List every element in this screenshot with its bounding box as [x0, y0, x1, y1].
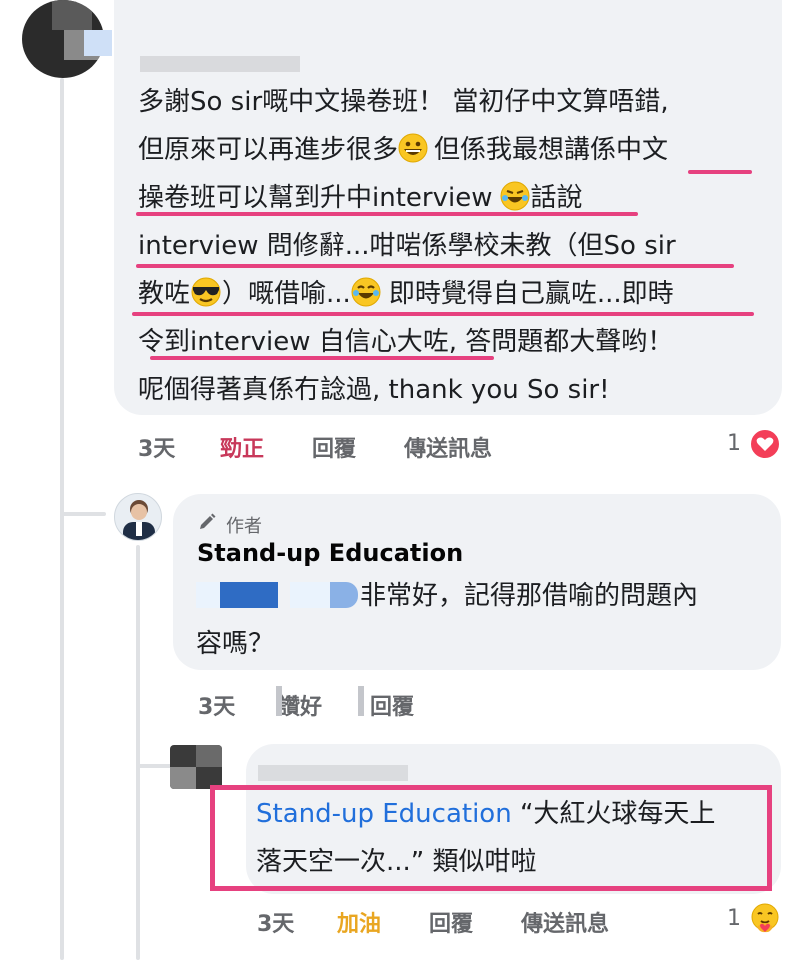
reaction-count[interactable]: 1 — [727, 431, 741, 456]
thread-line-main — [60, 78, 64, 960]
like-button[interactable]: 勁正 — [220, 431, 264, 463]
highlight-underline-2 — [136, 212, 638, 216]
reply1-time: 3天 — [198, 695, 236, 720]
author-badge: 作者 — [226, 516, 262, 537]
reply2-line-1: Stand-up Education “大紅火球每天上 — [256, 790, 715, 838]
comment-line-3: 操卷班可以幫到升中interview 話說 — [138, 174, 582, 227]
comment-line-2: 但原來可以再進步很多 但係我最想講係中文 — [138, 126, 668, 179]
comment-line-3b: 話說 — [530, 183, 583, 213]
blurred-mention-4 — [330, 582, 358, 608]
reply2-reaction-count[interactable]: 1 — [727, 906, 741, 931]
rofl-emoji-icon — [500, 179, 530, 227]
reply2-message-button[interactable]: 傳送訊息 — [521, 906, 609, 938]
reply-button[interactable]: 回覆 — [312, 431, 356, 463]
comment-line-1: 多謝So sir嘅中文操卷班！ 當初仔中文算唔錯, — [138, 87, 669, 117]
reply1-like-button[interactable]: 讚好 — [278, 689, 322, 721]
reply2-reply-button[interactable]: 回覆 — [429, 906, 473, 938]
comment-line-3a: 操卷班可以幫到升中interview — [138, 183, 493, 213]
blurred-mention-2 — [220, 582, 278, 608]
author-name[interactable]: Stand-up Education — [197, 539, 463, 567]
author-avatar[interactable] — [114, 493, 162, 541]
comment-time: 3天 — [138, 437, 176, 462]
reply2-avatar[interactable] — [170, 745, 222, 789]
pencil-icon — [197, 512, 217, 536]
mention-link[interactable]: Stand-up Education — [256, 799, 512, 829]
reply2-actions: 3天 加油 回覆 傳送訊息 — [257, 906, 677, 938]
care-reaction-icon[interactable] — [748, 902, 782, 936]
message-button[interactable]: 傳送訊息 — [404, 431, 492, 463]
blurred-reply2-name — [258, 765, 408, 781]
heart-reaction-icon[interactable] — [749, 428, 781, 460]
highlight-underline-1 — [688, 170, 752, 174]
comment-line-4: interview 問修辭...咁啱係學校未教（但So sir — [138, 231, 676, 261]
comment-line-2b: 但係我最想講係中文 — [434, 135, 669, 165]
reply2-time: 3天 — [257, 912, 295, 937]
comment-actions: 3天 勁正 回覆 傳送訊息 — [138, 431, 788, 463]
comment-line-5c: 即時覺得自己贏咗...即時 — [388, 279, 674, 309]
comment-line-2a: 但原來可以再進步很多 — [138, 135, 399, 165]
highlight-underline-4 — [132, 312, 754, 316]
blurred-mention-1 — [196, 582, 220, 608]
blur-artifact-1 — [276, 686, 282, 716]
blurred-commenter-name — [140, 56, 300, 72]
comment-line-5b: ）嘅借喻... — [222, 279, 351, 309]
comment-line-7: 呢個得著真係冇諗過, thank you So sir! — [138, 375, 610, 405]
reply1-line-1: 非常好，記得那借喻的問題內 — [360, 581, 699, 611]
reply2-line-1-text: “大紅火球每天上 — [511, 799, 716, 829]
highlight-underline-3 — [136, 264, 734, 268]
reply1-reply-button[interactable]: 回覆 — [370, 689, 414, 721]
thread-line-sub — [136, 545, 140, 960]
blur-artifact-2 — [358, 686, 364, 716]
thread-line-branch — [60, 512, 106, 516]
reply2-like-button[interactable]: 加油 — [337, 906, 381, 938]
highlight-underline-5 — [150, 356, 494, 360]
blurred-name-block — [84, 30, 112, 56]
blurred-mention-3 — [290, 582, 330, 608]
grinning-emoji-icon — [398, 131, 428, 179]
reply1-actions: 3天 讚好 回覆 — [198, 689, 498, 721]
reply1-line-2: 容嗎？ — [196, 629, 275, 659]
comment-line-5a: 教咗 — [138, 279, 191, 309]
reply2-line-2: 落天空一次...” 類似咁啦 — [256, 847, 537, 877]
